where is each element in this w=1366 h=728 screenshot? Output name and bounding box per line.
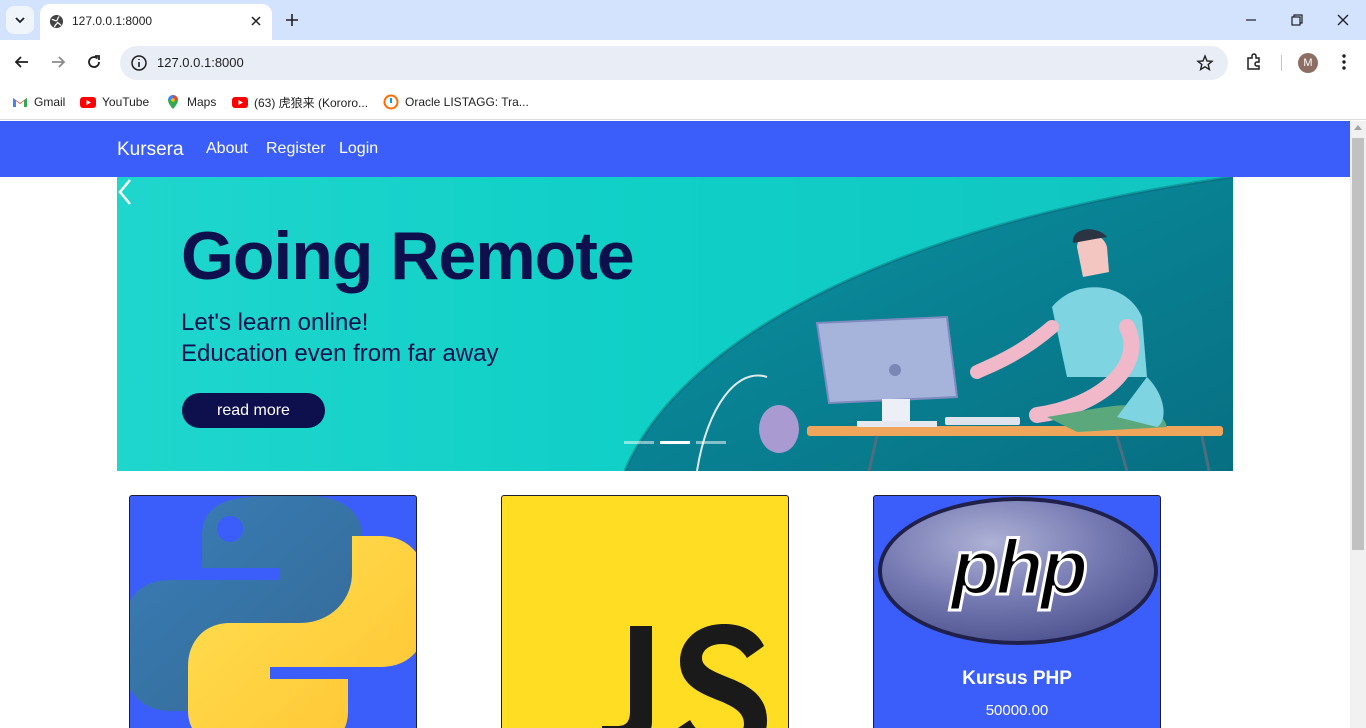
- toolbar-divider: [1281, 55, 1282, 71]
- nav-link-about[interactable]: About: [206, 140, 248, 158]
- carousel-indicator-2[interactable]: [660, 441, 690, 444]
- nav-link-register[interactable]: Register: [266, 140, 326, 158]
- page-scrollbar[interactable]: [1350, 121, 1366, 728]
- bookmark-oracle-listagg[interactable]: Oracle LISTAGG: Tra...: [383, 92, 529, 112]
- tab-title: 127.0.0.1:8000: [72, 14, 153, 28]
- site-info-icon[interactable]: [130, 54, 148, 72]
- restore-icon[interactable]: [1289, 12, 1305, 28]
- new-tab-plus-icon[interactable]: [282, 10, 302, 30]
- extensions-puzzle-icon[interactable]: [1244, 52, 1264, 72]
- bookmark-label: Maps: [187, 95, 217, 109]
- bookmark-label: (63) 虎狼来 (Kororo...: [254, 95, 369, 110]
- bookmark-maps[interactable]: Maps: [165, 92, 216, 112]
- active-tab[interactable]: 127.0.0.1:8000: [40, 4, 272, 40]
- slide-subtitle-1: Let's learn online!: [181, 309, 369, 336]
- card-price: 50000.00: [985, 702, 1049, 719]
- maps-icon: [168, 95, 178, 109]
- bookmark-label: Oracle LISTAGG: Tra...: [405, 95, 529, 109]
- carousel-indicators: [624, 441, 726, 444]
- profile-avatar[interactable]: M: [1298, 53, 1318, 73]
- bookmark-youtube[interactable]: YouTube: [80, 92, 149, 112]
- bookmarks-bar: Gmail YouTube Maps (63) 虎狼来 (Kororo... O…: [0, 86, 1366, 120]
- slide-subtitle-2: Education even from far away: [181, 340, 499, 367]
- browser-toolbar: 127.0.0.1:8000 M: [0, 40, 1366, 86]
- python-logo: [130, 496, 416, 728]
- page-viewport: Kursera About Register Login Going Remot…: [0, 121, 1350, 728]
- bookmark-label: Gmail: [34, 95, 66, 109]
- carousel-prev-chevron-icon[interactable]: [117, 177, 133, 207]
- card-title: Kursus PHP: [962, 668, 1072, 689]
- svg-text:php: php: [949, 523, 1086, 611]
- read-more-button[interactable]: read more: [182, 393, 325, 428]
- address-bar[interactable]: 127.0.0.1:8000: [120, 46, 1228, 80]
- chevron-down-icon: [15, 17, 25, 24]
- close-icon[interactable]: [248, 13, 264, 29]
- carousel-indicator-3[interactable]: [696, 441, 726, 444]
- oracle-icon: [383, 94, 399, 110]
- gmail-icon: [13, 98, 27, 107]
- course-card-python[interactable]: [129, 495, 417, 728]
- bookmark-star-icon[interactable]: [1196, 54, 1214, 72]
- minimize-icon[interactable]: [1243, 12, 1259, 28]
- php-logo: php: [878, 497, 1158, 645]
- forward-arrow-icon[interactable]: [48, 52, 68, 72]
- scrollbar-thumb[interactable]: [1352, 138, 1364, 550]
- hero-carousel: Going Remote Let's learn online! Educati…: [117, 177, 1233, 471]
- javascript-logo: [602, 624, 767, 728]
- globe-icon: [49, 14, 64, 29]
- window-close-icon[interactable]: [1335, 12, 1351, 28]
- back-arrow-icon[interactable]: [12, 52, 32, 72]
- scroll-up-arrow-icon[interactable]: [1354, 125, 1362, 130]
- site-brand[interactable]: Kursera: [117, 139, 184, 161]
- carousel-indicator-1[interactable]: [624, 441, 654, 444]
- course-card-php[interactable]: php Kursus PHP 50000.00: [873, 495, 1161, 728]
- reload-icon[interactable]: [84, 52, 104, 72]
- bookmark-label: YouTube: [102, 95, 150, 109]
- youtube-icon: [80, 97, 96, 108]
- bookmark-youtube-kororo[interactable]: (63) 虎狼来 (Kororo...: [232, 92, 368, 112]
- tab-search-button[interactable]: [6, 6, 34, 34]
- bookmark-gmail[interactable]: Gmail: [12, 92, 65, 112]
- nav-link-login[interactable]: Login: [339, 140, 378, 158]
- course-card-javascript[interactable]: [501, 495, 789, 728]
- url-text: 127.0.0.1:8000: [157, 55, 244, 70]
- browser-tab-strip: 127.0.0.1:8000: [0, 0, 1366, 40]
- slide-title: Going Remote: [181, 218, 635, 294]
- youtube-icon: [232, 97, 248, 108]
- site-navbar: Kursera About Register Login: [0, 121, 1350, 177]
- more-menu-icon[interactable]: [1336, 52, 1352, 72]
